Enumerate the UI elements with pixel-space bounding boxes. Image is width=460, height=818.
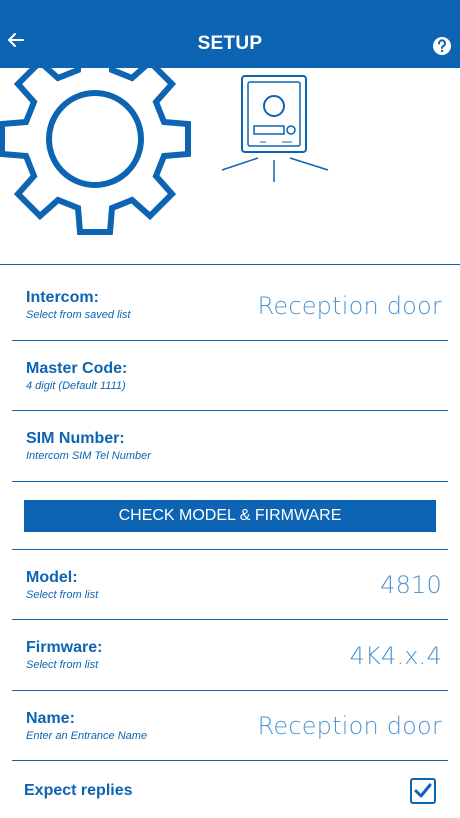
sim-number-hint: Intercom SIM Tel Number (26, 450, 151, 462)
divider (12, 340, 448, 341)
divider (12, 760, 448, 761)
model-value[interactable]: 4810 (380, 571, 442, 599)
divider (12, 690, 448, 691)
help-button[interactable] (432, 36, 452, 56)
divider (12, 481, 448, 482)
master-code-label: Master Code: (26, 360, 128, 377)
divider (0, 264, 460, 265)
master-code-hint: 4 digit (Default 1111) (26, 380, 126, 392)
firmware-value[interactable]: 4K4.x.4 (350, 642, 442, 670)
sim-number-label: SIM Number: (26, 430, 125, 447)
gear-icon (0, 68, 191, 235)
sim-number-row[interactable]: SIM Number: Intercom SIM Tel Number (26, 430, 446, 462)
check-model-firmware-button[interactable]: CHECK MODEL & FIRMWARE (24, 500, 436, 532)
expect-replies-checkbox[interactable] (410, 778, 436, 804)
intercom-value[interactable]: Reception door (258, 292, 442, 320)
setup-hero-illustration (0, 68, 460, 264)
divider (12, 410, 448, 411)
expect-replies-label: Expect replies (24, 782, 133, 799)
divider (12, 619, 448, 620)
page-title: SETUP (197, 33, 263, 54)
name-value[interactable]: Reception door (258, 712, 442, 740)
checkmark-icon (414, 783, 432, 798)
master-code-row[interactable]: Master Code: 4 digit (Default 1111) (26, 360, 446, 392)
intercom-device-icon (221, 75, 329, 182)
top-app-bar: SETUP (0, 0, 460, 68)
divider (12, 549, 448, 550)
question-circle-icon (433, 37, 451, 55)
